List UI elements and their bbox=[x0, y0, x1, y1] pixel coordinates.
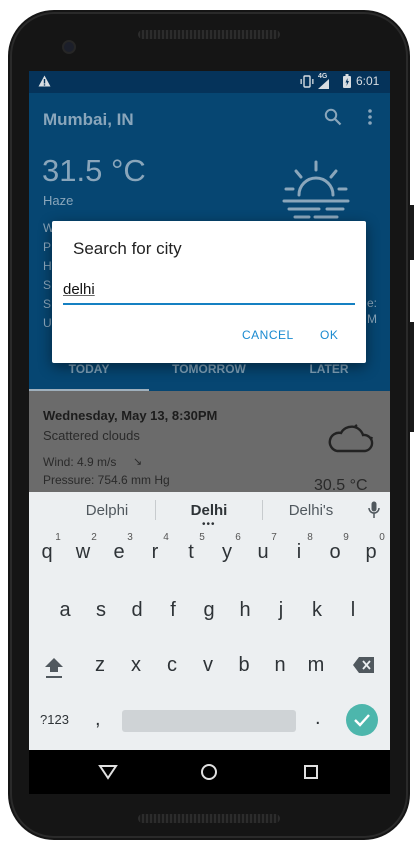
cancel-button[interactable]: CANCEL bbox=[242, 328, 294, 342]
navigation-bar bbox=[29, 750, 390, 794]
forecast-item[interactable]: Wednesday, May 13, 8:30PM Scattered clou… bbox=[29, 391, 390, 501]
key-d[interactable]: d bbox=[119, 590, 155, 630]
key-z[interactable]: z bbox=[82, 645, 118, 685]
haze-icon bbox=[282, 160, 350, 219]
power-button bbox=[410, 205, 414, 260]
suggestion-item[interactable]: Delphi bbox=[57, 502, 157, 519]
key-l[interactable]: l bbox=[335, 590, 371, 630]
detail-value: M bbox=[367, 312, 377, 326]
app-bar: Mumbai, IN bbox=[29, 93, 390, 149]
key-v[interactable]: v bbox=[190, 645, 226, 685]
comma-key[interactable]: , bbox=[95, 708, 101, 731]
key-o[interactable]: o bbox=[317, 532, 353, 572]
key-g[interactable]: g bbox=[191, 590, 227, 630]
key-a[interactable]: a bbox=[47, 590, 83, 630]
enter-button[interactable] bbox=[346, 704, 378, 736]
status-bar: 4G 6:01 bbox=[29, 71, 390, 93]
key-j[interactable]: j bbox=[263, 590, 299, 630]
detail-values: e: M bbox=[367, 295, 377, 327]
check-icon bbox=[354, 714, 370, 727]
search-icon[interactable] bbox=[324, 108, 342, 126]
top-speaker bbox=[138, 30, 280, 39]
key-x[interactable]: x bbox=[118, 645, 154, 685]
key-row-4: ?123 , . bbox=[29, 700, 390, 745]
soft-keyboard: Delphi Delhi ••• Delhi's 1 2 3 4 5 6 7 8… bbox=[29, 492, 390, 750]
status-time: 6:01 bbox=[356, 74, 380, 88]
home-icon[interactable] bbox=[200, 763, 218, 781]
suggestion-item[interactable]: Delhi's bbox=[261, 502, 361, 519]
backspace-icon[interactable] bbox=[353, 657, 375, 673]
key-t[interactable]: t bbox=[173, 532, 209, 572]
search-dialog: Search for city delhi CANCEL OK bbox=[52, 221, 366, 363]
recents-icon[interactable] bbox=[303, 764, 319, 780]
bottom-speaker bbox=[138, 814, 280, 823]
key-h[interactable]: h bbox=[227, 590, 263, 630]
key-f[interactable]: f bbox=[155, 590, 191, 630]
dialog-title: Search for city bbox=[73, 239, 182, 258]
key-n[interactable]: n bbox=[262, 645, 298, 685]
current-condition: Haze bbox=[43, 193, 74, 208]
key-row-2: a s d f g h j k l bbox=[29, 590, 390, 635]
key-w[interactable]: w bbox=[65, 532, 101, 572]
ok-button[interactable]: OK bbox=[320, 328, 338, 342]
battery-icon bbox=[343, 74, 351, 88]
symbols-key[interactable]: ?123 bbox=[40, 712, 69, 727]
city-search-value: delhi bbox=[63, 281, 95, 298]
key-row-3: z x c v b n m bbox=[29, 645, 390, 690]
more-vert-icon[interactable] bbox=[367, 108, 373, 126]
city-title: Mumbai, IN bbox=[43, 110, 134, 129]
front-camera bbox=[62, 40, 76, 54]
key-y[interactable]: y bbox=[209, 532, 245, 572]
forecast-wind: Wind: 4.9 m/s bbox=[43, 455, 117, 469]
screen: 4G 6:01 Mumbai, IN 31.5 °C Haze W P H S … bbox=[29, 71, 390, 794]
period-key[interactable]: . bbox=[315, 707, 321, 730]
city-search-input[interactable]: delhi bbox=[63, 279, 355, 305]
back-icon[interactable] bbox=[98, 764, 118, 780]
key-u[interactable]: u bbox=[245, 532, 281, 572]
volume-button bbox=[410, 322, 414, 432]
forecast-pressure: Pressure: 754.6 mm Hg bbox=[43, 473, 170, 487]
key-b[interactable]: b bbox=[226, 645, 262, 685]
key-k[interactable]: k bbox=[299, 590, 335, 630]
key-q[interactable]: q bbox=[29, 532, 65, 572]
more-suggestions-icon[interactable]: ••• bbox=[202, 519, 216, 530]
forecast-description: Scattered clouds bbox=[43, 428, 140, 443]
suggestion-item-primary[interactable]: Delhi bbox=[159, 502, 259, 519]
key-r[interactable]: r bbox=[137, 532, 173, 572]
cloud-icon bbox=[328, 424, 374, 453]
suggestion-divider bbox=[155, 500, 156, 520]
suggestion-strip: Delphi Delhi ••• Delhi's bbox=[29, 492, 390, 530]
key-s[interactable]: s bbox=[83, 590, 119, 630]
shift-icon[interactable] bbox=[42, 655, 66, 679]
space-bar[interactable] bbox=[122, 710, 296, 732]
vibrate-icon bbox=[300, 75, 314, 88]
signal-icon bbox=[318, 79, 329, 89]
current-temperature: 31.5 °C bbox=[42, 153, 146, 188]
warning-icon bbox=[38, 75, 51, 87]
key-row-1: 1 2 3 4 5 6 7 8 9 0 q w e r t y u i o p bbox=[29, 532, 390, 577]
key-m[interactable]: m bbox=[298, 645, 334, 685]
key-c[interactable]: c bbox=[154, 645, 190, 685]
key-i[interactable]: i bbox=[281, 532, 317, 572]
detail-value: e: bbox=[367, 296, 378, 310]
mic-icon[interactable] bbox=[368, 501, 380, 519]
wind-direction-icon: ↘ bbox=[133, 456, 143, 468]
key-e[interactable]: e bbox=[101, 532, 137, 572]
forecast-datetime: Wednesday, May 13, 8:30PM bbox=[43, 408, 218, 423]
key-p[interactable]: p bbox=[353, 532, 389, 572]
